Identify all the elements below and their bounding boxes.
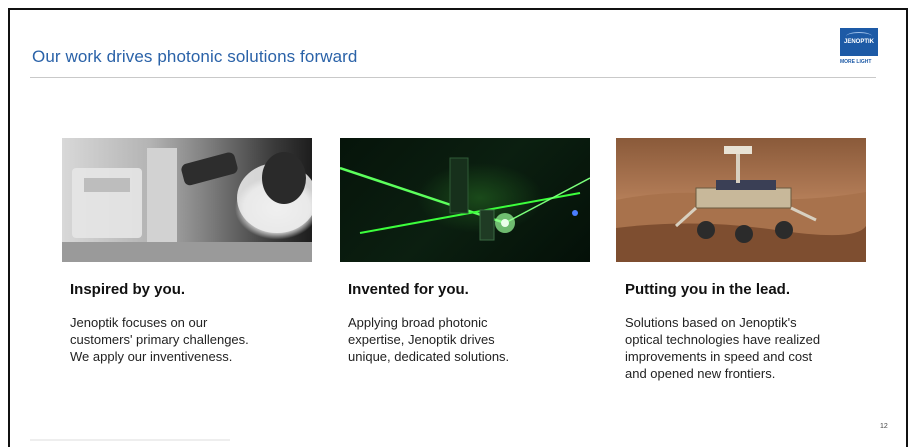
rover-illustration <box>616 146 866 262</box>
column-3-line: improvements in speed and cost <box>625 349 813 364</box>
green-laser-optics-photo <box>340 138 590 262</box>
page-number: 12 <box>880 423 888 430</box>
logo-arc-icon <box>846 32 872 41</box>
column-1-text: Jenoptik focuses on our customers' prima… <box>70 314 330 365</box>
column-2-text: Applying broad photonic expertise, Jenop… <box>348 314 608 365</box>
column-2-heading: Invented for you. <box>348 281 469 298</box>
column-3-line: Solutions based on Jenoptik's <box>625 315 797 330</box>
column-1-line: customers' primary challenges. <box>70 332 249 347</box>
logo-mark: JENOPTIK <box>840 28 878 56</box>
column-2-line: expertise, Jenoptik drives <box>348 332 495 347</box>
microscope-researcher-photo <box>62 138 312 262</box>
column-2-line: unique, dedicated solutions. <box>348 349 510 364</box>
column-2-line: Applying broad photonic <box>348 315 488 330</box>
jenoptik-logo: JENOPTIK MORE LIGHT <box>840 28 892 68</box>
column-3-line: and opened new frontiers. <box>625 366 776 381</box>
title-divider <box>30 77 876 78</box>
footer-strip <box>30 439 230 441</box>
column-3-heading: Putting you in the lead. <box>625 281 790 298</box>
column-1-line: We apply our inventiveness. <box>70 349 233 364</box>
microscope-illustration <box>62 148 312 262</box>
laser-illustration <box>340 157 590 241</box>
column-3-line: optical technologies have realized <box>625 332 821 347</box>
column-1-heading: Inspired by you. <box>70 281 186 298</box>
mars-rover-photo <box>616 138 866 262</box>
column-1-line: Jenoptik focuses on our <box>70 315 208 330</box>
column-3-text: Solutions based on Jenoptik's optical te… <box>625 314 885 382</box>
logo-tagline: MORE LIGHT <box>840 59 872 65</box>
slide-title: Our work drives photonic solutions forwa… <box>32 47 358 66</box>
